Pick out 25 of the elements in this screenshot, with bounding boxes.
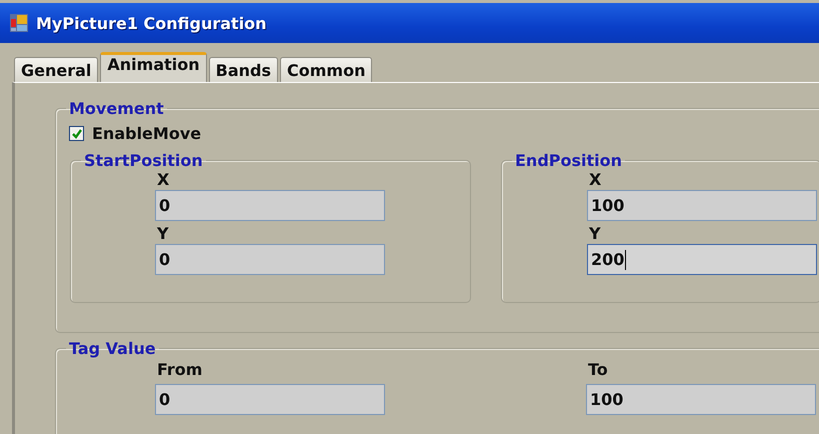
input-field[interactable]: 100 [586,384,816,415]
input-field[interactable]: 0 [155,190,385,221]
checkbox-label: EnableMove [92,124,202,143]
input-field[interactable]: 0 [155,244,385,275]
tab[interactable]: Bands [208,57,278,82]
text-cursor [625,250,626,270]
tab[interactable]: General [14,57,98,82]
input-field[interactable]: 0 [155,384,385,415]
group-title: StartPosition [83,151,204,170]
checkbox[interactable] [69,126,84,141]
input-field[interactable]: 100 [587,190,817,221]
field-label: Y [589,224,602,244]
group-title: Movement [68,99,165,118]
tab[interactable]: Animation [100,52,207,82]
group-title: EndPosition [514,151,624,170]
field-label: Y [157,224,170,244]
input-field[interactable]: 200 [587,244,817,275]
group-title: Tag Value [68,339,157,358]
field-label: X [157,170,170,190]
field-label: From [157,360,204,380]
tab[interactable]: Common [280,57,372,82]
field-label: To [588,360,609,380]
window-title: MyPicture1 Configuration [36,14,267,32]
field-label: X [589,170,602,190]
app-icon [10,14,28,32]
